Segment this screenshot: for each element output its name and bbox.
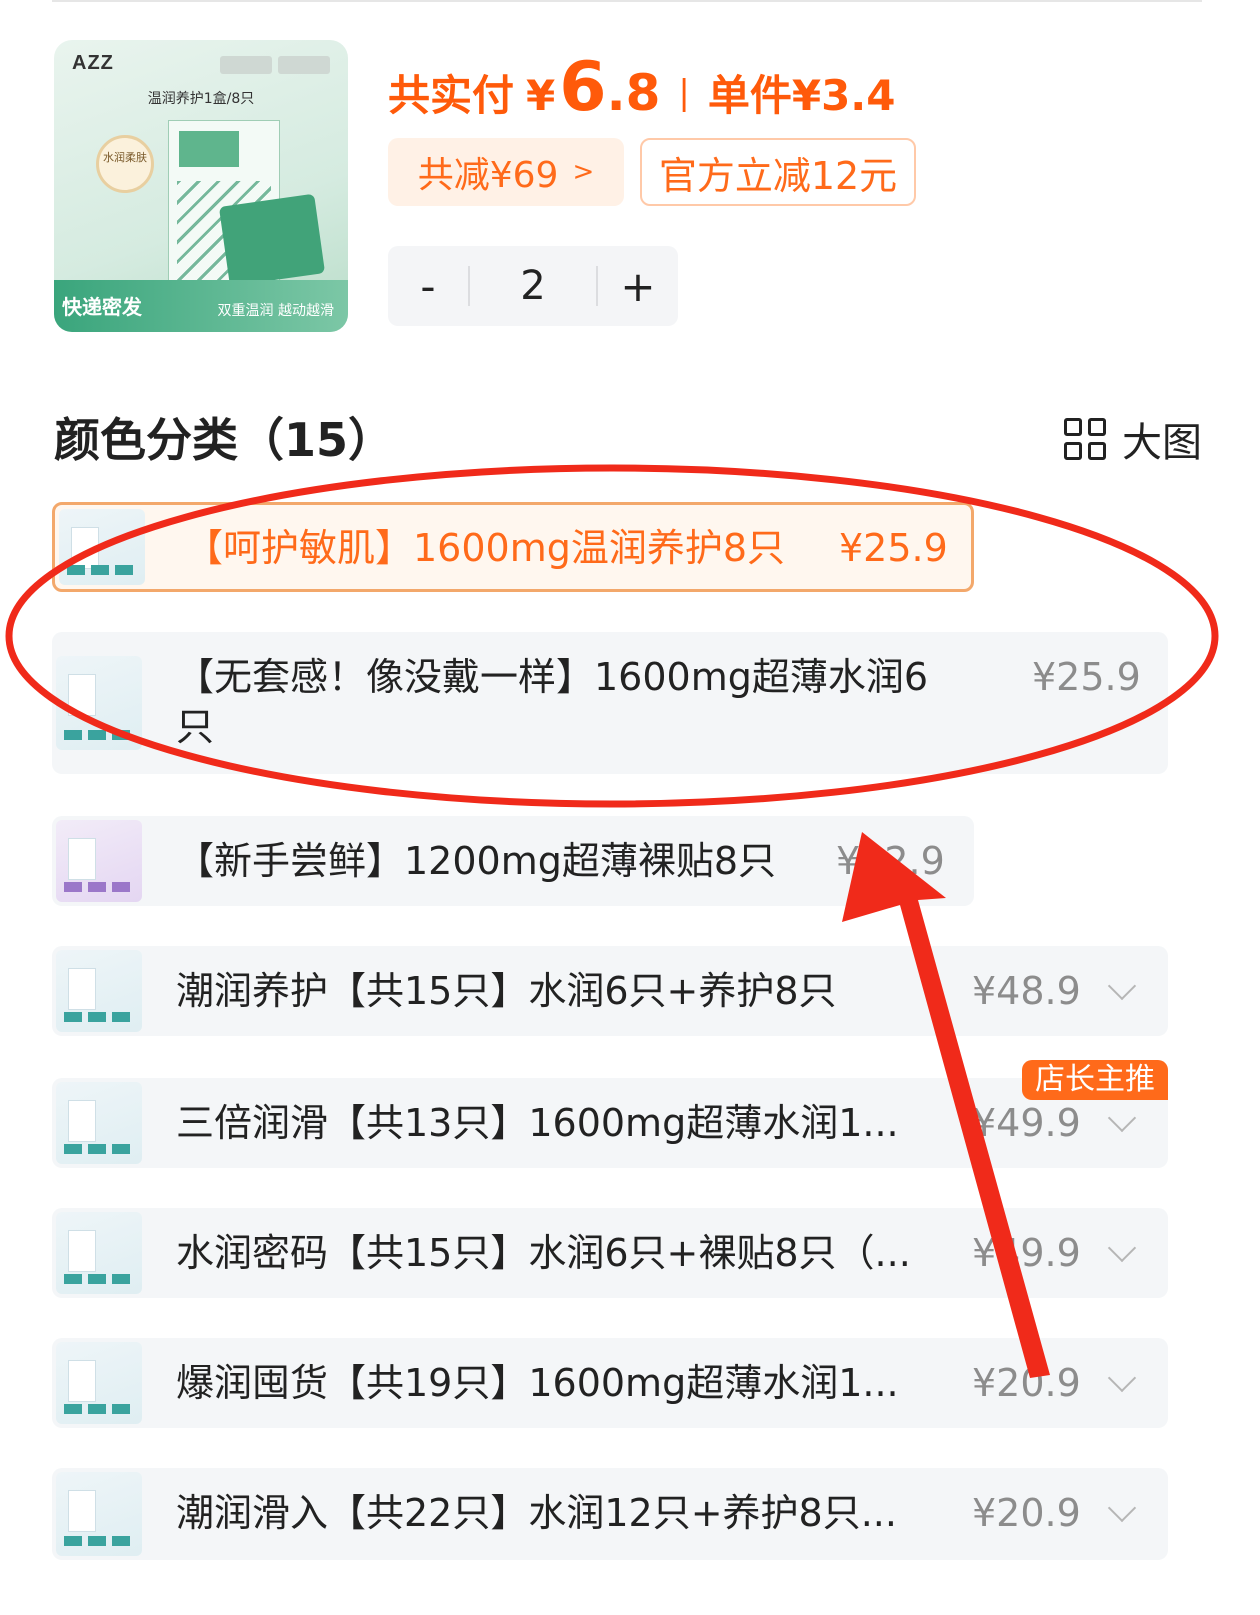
top-divider: [52, 0, 1202, 2]
variant-price: ¥25.9: [1032, 655, 1141, 699]
official-discount-chip: 官方立减12元: [640, 138, 916, 206]
variant-option[interactable]: 爆润囤货【共19只】1600mg超薄水润1... ¥20.9: [52, 1338, 1168, 1428]
variant-thumbnail: [56, 1342, 142, 1424]
variant-price: ¥49.9: [972, 1101, 1081, 1145]
chevron-down-icon[interactable]: [1107, 1493, 1137, 1523]
variant-thumbnail: [56, 950, 142, 1032]
chevron-down-icon[interactable]: [1107, 971, 1137, 1001]
chevron-down-icon[interactable]: [1107, 1103, 1137, 1133]
chevron-down-icon[interactable]: [1107, 1363, 1137, 1393]
variant-thumbnail: [56, 1082, 142, 1164]
variant-price: ¥49.9: [972, 1231, 1081, 1275]
total-discount-label: 共减¥69: [417, 155, 559, 196]
store-recommend-badge: 店长主推: [1022, 1060, 1168, 1100]
thumb-seal: 水润柔肤: [96, 135, 154, 193]
price-line: 共实付 ¥ 6 .8 | 单件¥3.4: [388, 48, 895, 128]
variant-thumbnail: [56, 656, 142, 750]
variant-name: 潮润滑入【共22只】水润12只+养护8只...: [176, 1491, 897, 1535]
variant-option[interactable]: 水润密码【共15只】水润6只+裸贴8只（... ¥49.9: [52, 1208, 1168, 1298]
variant-price: ¥20.9: [972, 1361, 1081, 1405]
variant-option-selected[interactable]: 【呵护敏肌】1600mg温润养护8只 ¥25.9: [52, 502, 974, 592]
thumb-brand: AZZ: [72, 52, 114, 74]
variant-price: ¥22.9: [836, 839, 945, 883]
decrement-button[interactable]: -: [388, 262, 468, 311]
variant-name: 水润密码【共15只】水润6只+裸贴8只（...: [176, 1231, 911, 1275]
thumb-pouch: [218, 193, 326, 287]
variant-thumbnail: [56, 820, 142, 902]
variant-name-line-1: 【无套感！像没戴一样】1600mg超薄水润6: [176, 655, 929, 699]
big-view-toggle[interactable]: 大图: [1064, 410, 1202, 468]
variant-name: 三倍润滑【共13只】1600mg超薄水润1...: [176, 1101, 899, 1145]
big-view-label: 大图: [1122, 420, 1202, 466]
thumb-slogan: 双重温润 越动越滑: [217, 303, 334, 319]
variant-price: ¥48.9: [972, 969, 1081, 1013]
variant-name: 【新手尝鲜】1200mg超薄裸贴8只: [176, 839, 777, 883]
variant-name-line-2: 只: [176, 705, 215, 749]
product-thumbnail[interactable]: AZZ 温润养护1盒/8只 水润柔肤 快递密发 双重温润 越动越滑: [54, 40, 348, 332]
variant-price: ¥20.9: [972, 1491, 1081, 1535]
variant-price: ¥25.9: [839, 526, 948, 570]
variant-name: 【呵护敏肌】1600mg温润养护8只: [185, 526, 786, 570]
variant-option[interactable]: 潮润滑入【共22只】水润12只+养护8只... ¥20.9: [52, 1468, 1168, 1560]
grid-icon: [1064, 418, 1106, 460]
variant-name: 潮润养护【共15只】水润6只+养护8只: [176, 969, 837, 1013]
unit-price: 单件¥3.4: [707, 71, 896, 120]
thumb-express-label: 快递密发: [62, 295, 142, 319]
quantity-value[interactable]: 2: [470, 263, 596, 309]
total-price-decimal: .8: [606, 64, 661, 122]
quantity-stepper: - 2 +: [388, 246, 678, 326]
variant-thumbnail: [56, 1212, 142, 1294]
variant-option[interactable]: 【无套感！像没戴一样】1600mg超薄水润6 只 ¥25.9: [52, 632, 1168, 774]
total-discount-chip[interactable]: 共减¥69 >: [388, 138, 624, 206]
currency-symbol: ¥: [526, 71, 556, 120]
total-price-integer: 6: [559, 48, 607, 127]
variant-thumbnail: [59, 509, 145, 585]
variant-option[interactable]: 潮润养护【共15只】水润6只+养护8只 ¥48.9: [52, 946, 1168, 1036]
total-paid-label: 共实付: [388, 71, 515, 120]
variant-option[interactable]: 【新手尝鲜】1200mg超薄裸贴8只 ¥22.9: [52, 816, 974, 906]
variant-thumbnail: [56, 1472, 142, 1556]
chevron-right-icon: >: [572, 157, 595, 187]
thumb-badges: [220, 56, 330, 74]
color-category-title: 颜色分类（15）: [54, 413, 395, 467]
increment-button[interactable]: +: [598, 262, 678, 311]
chevron-down-icon[interactable]: [1107, 1233, 1137, 1263]
thumb-caption: 温润养护1盒/8只: [147, 91, 255, 107]
variant-option[interactable]: 三倍润滑【共13只】1600mg超薄水润1... ¥49.9: [52, 1078, 1168, 1168]
variant-name: 爆润囤货【共19只】1600mg超薄水润1...: [176, 1361, 899, 1405]
price-separator: |: [678, 73, 690, 113]
